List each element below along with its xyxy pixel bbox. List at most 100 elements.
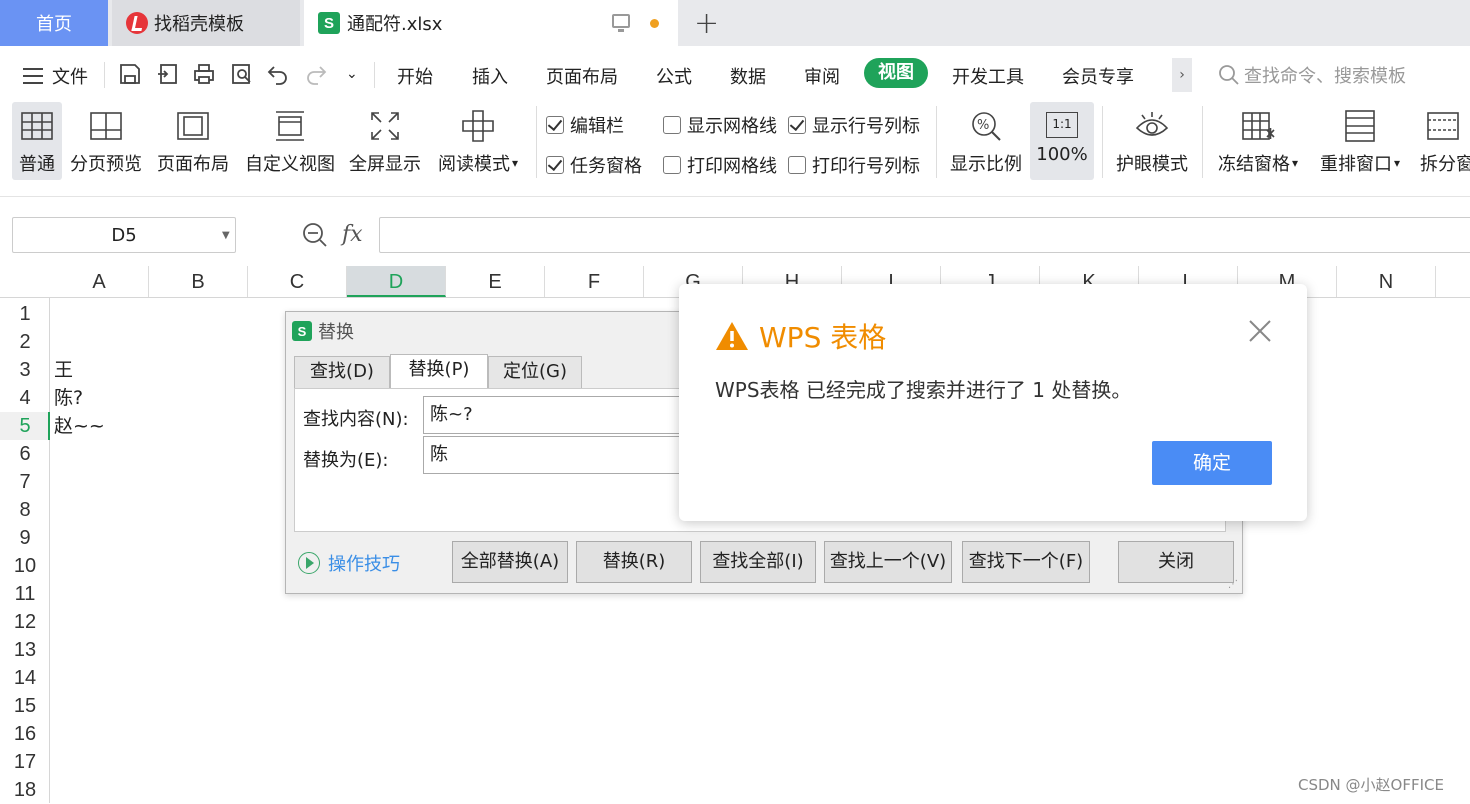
custom-view-icon — [276, 111, 304, 141]
monitor-icon[interactable] — [612, 14, 630, 32]
row-header-17[interactable]: 17 — [0, 748, 50, 776]
row-header-3[interactable]: 3 — [0, 356, 50, 384]
insert-function-fx-icon[interactable]: fx — [342, 222, 363, 247]
row-header-6[interactable]: 6 — [0, 440, 50, 468]
row-header-9[interactable]: 9 — [0, 524, 50, 552]
save-icon[interactable] — [118, 62, 142, 86]
message-box-text: WPS表格 已经完成了搜索并进行了 1 处替换。 — [715, 378, 1132, 402]
operation-tips-link[interactable]: 操作技巧 — [298, 550, 400, 576]
tab-home[interactable]: 首页 — [0, 0, 108, 46]
print-preview-icon[interactable] — [230, 62, 254, 86]
command-search-input[interactable]: 查找命令、搜索模板 — [1218, 62, 1406, 88]
print-gridlines-label: 打印网格线 — [687, 156, 777, 177]
wps-message-box: WPS 表格 WPS表格 已经完成了搜索并进行了 1 处替换。 确定 — [679, 284, 1307, 521]
row-header-12[interactable]: 12 — [0, 608, 50, 636]
row-header-15[interactable]: 15 — [0, 692, 50, 720]
column-header-B[interactable]: B — [149, 266, 248, 297]
file-menu-button[interactable]: 文件 — [22, 63, 88, 89]
show-headings-checkbox[interactable]: 显示行号列标 — [788, 112, 920, 138]
tab-review[interactable]: 审阅 — [804, 63, 840, 89]
undo-icon[interactable] — [266, 62, 290, 86]
name-box[interactable]: D5 — [12, 217, 236, 253]
cell-A4[interactable]: 陈? — [54, 384, 83, 412]
row-header-7[interactable]: 7 — [0, 468, 50, 496]
tab-find[interactable]: 查找(D) — [294, 356, 390, 388]
tab-member[interactable]: 会员专享 — [1062, 63, 1134, 89]
page-break-preview-button[interactable]: 分页预览 — [68, 102, 144, 180]
replace-with-input[interactable]: 陈 — [423, 436, 703, 474]
task-pane-checkbox[interactable]: 任务窗格 — [546, 152, 642, 178]
find-what-input[interactable]: 陈~? — [423, 396, 703, 434]
quick-access-dropdown-icon[interactable]: ⌄ — [346, 66, 358, 82]
normal-view-button[interactable]: 普通 — [12, 102, 62, 180]
ok-button[interactable]: 确定 — [1152, 441, 1272, 485]
print-icon[interactable] — [192, 62, 216, 86]
split-window-button[interactable]: 拆分窗 — [1414, 102, 1470, 180]
new-tab-plus-icon[interactable]: + — [694, 6, 719, 41]
rearrange-windows-button[interactable]: 重排窗口 — [1314, 102, 1406, 180]
row-header-11[interactable]: 11 — [0, 580, 50, 608]
edit-bar-checkbox[interactable]: 编辑栏 — [546, 112, 624, 138]
cell-A3[interactable]: 王 — [54, 356, 73, 384]
fullscreen-button[interactable]: 全屏显示 — [347, 102, 423, 180]
tab-formulas[interactable]: 公式 — [656, 63, 692, 89]
reading-mode-button[interactable]: 阅读模式 — [432, 102, 524, 180]
page-layout-view-button[interactable]: 页面布局 — [155, 102, 231, 180]
tab-data[interactable]: 数据 — [730, 63, 766, 89]
tab-replace[interactable]: 替换(P) — [390, 354, 488, 389]
custom-view-button[interactable]: 自定义视图 — [242, 102, 338, 180]
column-header-E[interactable]: E — [446, 266, 545, 297]
freeze-panes-button[interactable]: 冻结窗格 — [1212, 102, 1304, 180]
row-header-1[interactable]: 1 — [0, 300, 50, 328]
find-next-button[interactable]: 查找下一个(F) — [962, 541, 1090, 583]
find-all-button[interactable]: 查找全部(I) — [700, 541, 816, 583]
row-header-8[interactable]: 8 — [0, 496, 50, 524]
tab-start[interactable]: 开始 — [397, 63, 433, 89]
tab-daoke-templates[interactable]: 找稻壳模板 — [112, 0, 300, 46]
column-header-A[interactable]: A — [50, 266, 149, 297]
row-header-2[interactable]: 2 — [0, 328, 50, 356]
more-tabs-chevron-icon[interactable]: › — [1172, 58, 1192, 92]
tab-insert[interactable]: 插入 — [472, 63, 508, 89]
tab-page-layout[interactable]: 页面布局 — [546, 63, 618, 89]
zoom-100-button[interactable]: 1:1 100% — [1030, 102, 1094, 180]
resize-grip-icon[interactable]: ⋰ — [1228, 579, 1238, 590]
tab-developer[interactable]: 开发工具 — [952, 63, 1024, 89]
row-header-10[interactable]: 10 — [0, 552, 50, 580]
cell-A5[interactable]: 赵~~ — [54, 412, 105, 440]
zoom-100-label: 100% — [1036, 144, 1088, 165]
zoom-out-icon[interactable] — [302, 222, 328, 248]
row-header-13[interactable]: 13 — [0, 636, 50, 664]
row-header-4[interactable]: 4 — [0, 384, 50, 412]
replace-all-button[interactable]: 全部替换(A) — [452, 541, 568, 583]
eye-icon — [1135, 112, 1169, 136]
redo-icon[interactable] — [304, 62, 328, 86]
column-header-N[interactable]: N — [1337, 266, 1436, 297]
row-header-5[interactable]: 5 — [0, 412, 50, 440]
play-icon — [298, 552, 320, 574]
column-header-C[interactable]: C — [248, 266, 347, 297]
tab-goto[interactable]: 定位(G) — [488, 356, 582, 388]
replace-button[interactable]: 替换(R) — [576, 541, 692, 583]
show-gridlines-checkbox[interactable]: 显示网格线 — [663, 112, 777, 138]
column-header-D[interactable]: D — [347, 266, 446, 297]
print-gridlines-checkbox[interactable]: 打印网格线 — [663, 152, 777, 178]
checkbox-checked-icon — [546, 156, 564, 174]
grid-view-icon — [21, 112, 53, 140]
column-header-F[interactable]: F — [545, 266, 644, 297]
tab-view[interactable]: 视图 — [864, 58, 928, 88]
row-header-16[interactable]: 16 — [0, 720, 50, 748]
name-box-dropdown-icon[interactable]: ▼ — [222, 230, 230, 241]
row-header-18[interactable]: 18 — [0, 776, 50, 804]
zoom-button[interactable]: % 显示比例 — [946, 102, 1026, 180]
find-previous-button[interactable]: 查找上一个(V) — [824, 541, 952, 583]
close-button[interactable]: 关闭 — [1118, 541, 1234, 583]
formula-input[interactable] — [379, 217, 1470, 253]
row-header-14[interactable]: 14 — [0, 664, 50, 692]
eye-care-mode-button[interactable]: 护眼模式 — [1112, 102, 1192, 180]
print-headings-checkbox[interactable]: 打印行号列标 — [788, 152, 920, 178]
command-search-placeholder: 查找命令、搜索模板 — [1244, 66, 1406, 87]
close-icon[interactable] — [1247, 318, 1273, 344]
export-pdf-icon[interactable] — [156, 62, 180, 86]
replace-dialog-title: S 替换 — [292, 318, 354, 344]
